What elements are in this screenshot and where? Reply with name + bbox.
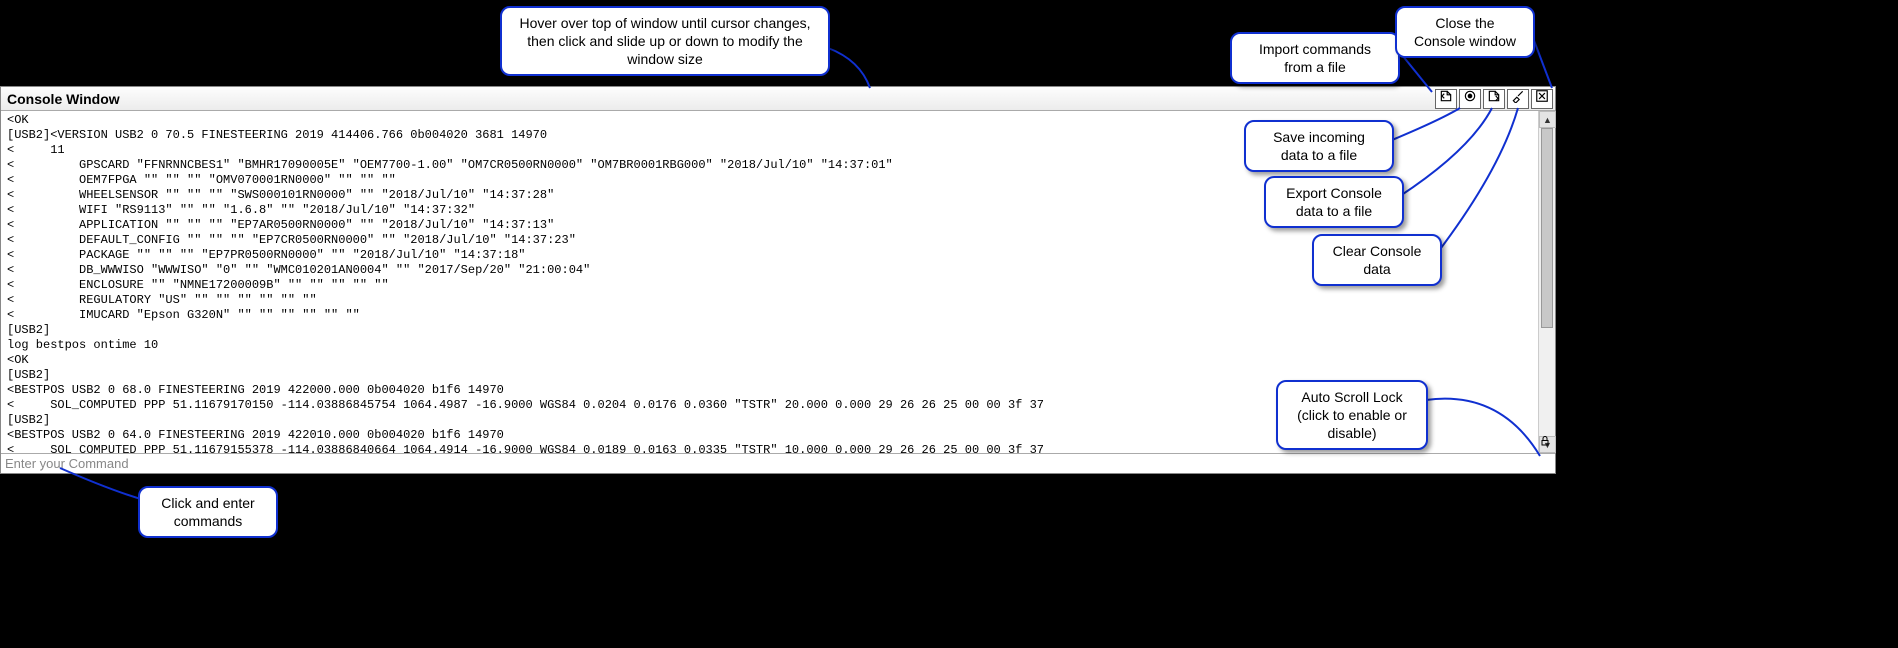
- callout-save: Save incoming data to a file: [1244, 120, 1394, 172]
- close-button[interactable]: [1531, 89, 1553, 109]
- scroll-up-arrow[interactable]: ▲: [1539, 111, 1556, 128]
- clear-button[interactable]: [1507, 89, 1529, 109]
- vertical-scrollbar[interactable]: ▲ ▼: [1538, 111, 1555, 453]
- lock-icon: [1539, 434, 1551, 452]
- callout-autoscroll: Auto Scroll Lock (click to enable or dis…: [1276, 380, 1428, 450]
- record-save-button[interactable]: [1459, 89, 1481, 109]
- callout-export: Export Console data to a file: [1264, 176, 1404, 228]
- import-button[interactable]: [1435, 89, 1457, 109]
- callout-clear: Clear Console data: [1312, 234, 1442, 286]
- titlebar[interactable]: Console Window: [1, 87, 1555, 111]
- export-button[interactable]: [1483, 89, 1505, 109]
- callout-command: Click and enter commands: [138, 486, 278, 538]
- command-input[interactable]: [1, 454, 1555, 473]
- callout-close: Close the Console window: [1395, 6, 1535, 58]
- scroll-thumb[interactable]: [1541, 128, 1553, 328]
- command-input-container: [1, 453, 1555, 473]
- close-icon: [1535, 89, 1549, 108]
- autoscroll-lock-toggle[interactable]: [1537, 435, 1553, 451]
- callout-import: Import commands from a file: [1230, 32, 1400, 84]
- record-icon: [1463, 89, 1477, 108]
- callout-resize: Hover over top of window until cursor ch…: [500, 6, 830, 76]
- import-icon: [1439, 89, 1453, 108]
- titlebar-actions: [1435, 89, 1553, 109]
- export-icon: [1487, 89, 1501, 108]
- brush-icon: [1511, 89, 1525, 108]
- window-title: Console Window: [7, 91, 120, 107]
